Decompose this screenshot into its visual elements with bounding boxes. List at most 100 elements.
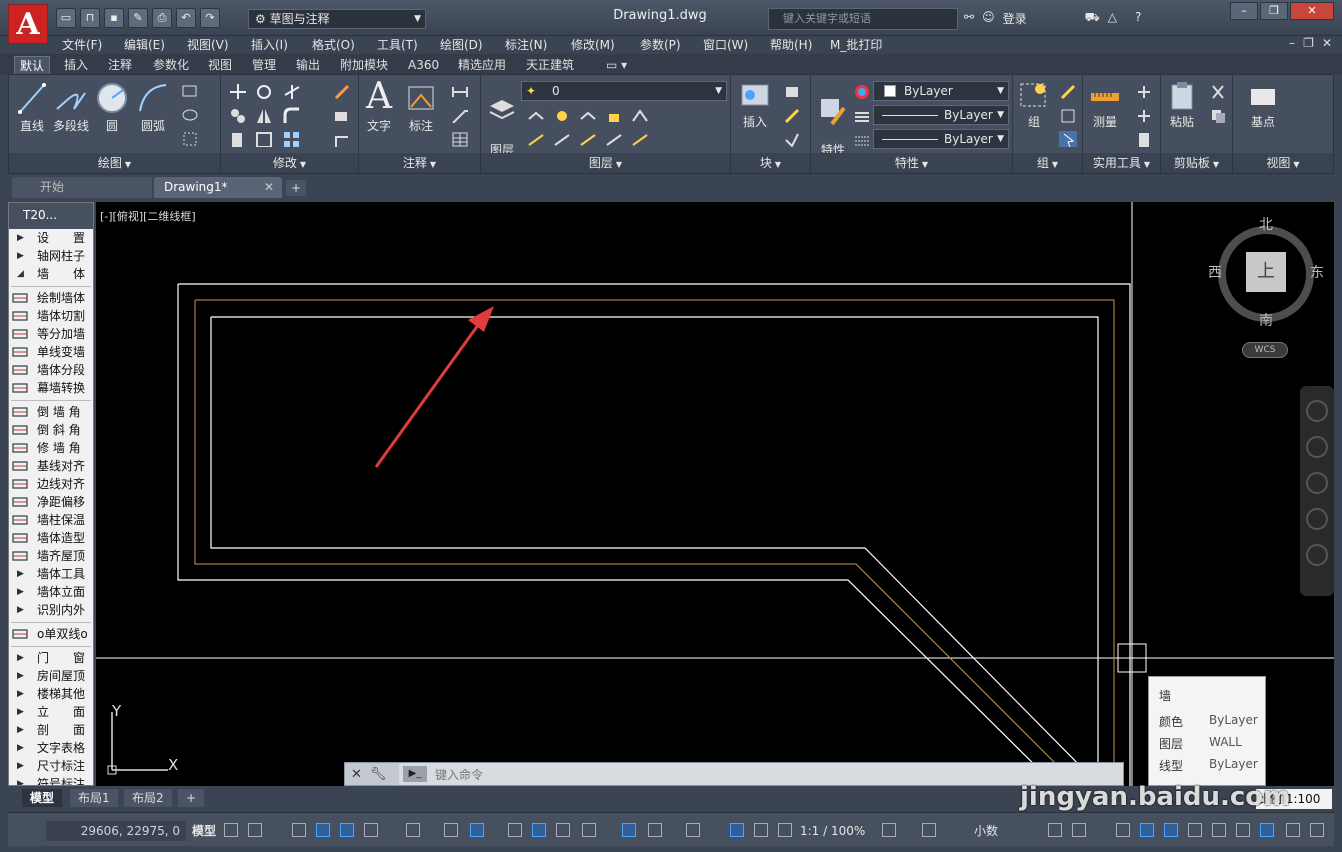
close-icon[interactable]: ✕ [1322,36,1332,50]
3d-osnap-icon[interactable] [582,823,596,837]
palette-item[interactable]: 净距偏移 [9,493,93,511]
wall-center-line[interactable] [194,299,1115,786]
palette-item[interactable]: 墙柱保温 [9,511,93,529]
palette-item[interactable]: ▶ 房间屋顶 [9,667,93,685]
new-file-icon[interactable]: ▭ [56,8,76,28]
wcs-menu[interactable]: WCS [1242,342,1288,358]
quick-properties-icon[interactable] [1048,823,1062,837]
trim-icon[interactable] [283,83,301,99]
text-tool[interactable]: A 文字 [363,79,395,134]
cart-icon[interactable]: ⛟ [1085,10,1100,27]
edit-block-icon[interactable] [783,107,801,123]
close-icon[interactable]: ✕ [1290,2,1334,20]
menu-window[interactable]: 窗口(W) [703,36,748,54]
layer-state-icon[interactable] [527,107,545,123]
command-line[interactable]: ✕ 🔧︎ ▶_ 键入命令 [344,762,1124,786]
navigation-bar[interactable] [1300,386,1334,596]
ungroup-icon[interactable] [1059,83,1077,99]
palette-item[interactable]: ▶ 墙体工具 [9,565,93,583]
linear-dim-icon[interactable] [451,83,469,99]
palette-item[interactable]: 单线变墙 [9,343,93,361]
undo-icon[interactable]: ↶ [176,8,196,28]
group-tool[interactable]: 组 [1017,81,1051,130]
palette-item[interactable]: ▶ 剖 面 [9,721,93,739]
lineweight-dropdown[interactable]: ByLayer ▼ [873,129,1009,149]
palette-item[interactable]: ▶ 轴网柱子 [9,247,93,265]
showmotion-icon[interactable] [1306,544,1328,566]
ribbon-minimize-icon[interactable]: ▭ ▾ [606,56,627,74]
tab-start[interactable]: 开始 [12,177,152,198]
menu-dimension[interactable]: 标注(N) [505,36,547,54]
attribute-icon[interactable] [783,131,801,147]
exchange-icon[interactable]: △ [1108,10,1117,27]
palette-item[interactable]: ▶ 墙体立面 [9,583,93,601]
menu-help[interactable]: 帮助(H) [770,36,812,54]
palette-item[interactable]: ▶ 文字表格 [9,739,93,757]
polar-icon[interactable] [364,823,378,837]
scale-icon[interactable] [255,131,273,147]
palette-item[interactable]: ▶ 尺寸标注 [9,757,93,775]
copy-icon[interactable] [229,107,247,123]
model-space-button[interactable]: 模型 [192,821,216,841]
layer-merge-icon[interactable] [579,131,597,147]
command-input[interactable]: 键入命令 [435,766,483,783]
palette-item[interactable]: ▶ 符号标注 [9,775,93,785]
layer-freeze-icon[interactable] [553,107,571,123]
status-info-icon[interactable] [1260,823,1274,837]
viewcube-west[interactable]: 西 [1208,262,1222,282]
tab-manage[interactable]: 管理 [252,56,276,74]
panel-clipboard-title[interactable]: 剪贴板 ▼ [1161,153,1232,173]
tab-addins[interactable]: 附加模块 [340,56,388,74]
open-folder-icon[interactable]: ⊓ [80,8,100,28]
palette-item[interactable]: ▶ 识别内外 [9,601,93,619]
fullscreen-icon[interactable] [1286,823,1300,837]
palette-item[interactable]: 基线对齐 [9,457,93,475]
minimize-icon[interactable]: – [1230,2,1258,20]
viewcube-south[interactable]: 南 [1259,310,1273,330]
panel-draw-title[interactable]: 绘图 ▼ [9,153,220,173]
stretch-icon[interactable] [229,131,247,147]
wrench-icon[interactable]: 🔧︎ [370,767,387,782]
dimension-tool[interactable]: 标注 [403,81,439,134]
tab-layout2[interactable]: 布局2 [124,789,172,807]
tab-parametric[interactable]: 参数化 [153,56,189,74]
selection-filter-icon[interactable] [648,823,662,837]
tab-a360[interactable]: A360 [408,56,439,74]
palette-item[interactable]: 倒 墙 角 [9,403,93,421]
ucs-icon[interactable]: Y X [106,702,186,782]
lineweight-icon[interactable] [853,131,871,147]
menu-format[interactable]: 格式(O) [312,36,355,54]
annotation-visibility-icon[interactable] [730,823,744,837]
wall-outer-line[interactable] [177,283,1131,786]
viewcube-top-face[interactable]: 上 [1246,252,1286,292]
new-layout-button[interactable]: + [178,789,205,807]
panel-block-title[interactable]: 块 ▼ [731,153,810,173]
group-select-icon[interactable] [1059,131,1077,147]
hatch-icon[interactable] [181,107,199,123]
command-prompt-icon[interactable]: ▶_ [403,766,427,782]
pan-icon[interactable] [1306,436,1328,458]
menu-batch-print[interactable]: M_批打印 [830,36,882,54]
transparency-icon[interactable] [532,823,546,837]
customize-icon[interactable] [1212,823,1226,837]
steering-wheel-icon[interactable] [1306,400,1328,422]
wall-inner-line[interactable] [210,316,1101,786]
dynamic-ucs-icon[interactable] [622,823,636,837]
new-tab-button[interactable]: + [286,180,306,196]
panel-utilities-title[interactable]: 实用工具 ▼ [1083,153,1160,173]
menu-parametric[interactable]: 参数(P) [640,36,681,54]
linetype-dropdown[interactable]: ByLayer ▼ [873,105,1009,125]
units-dropdown[interactable]: 小数 [974,821,998,841]
move-icon[interactable] [229,83,247,99]
save-icon[interactable]: ▪ [104,8,124,28]
leader-icon[interactable] [451,107,469,123]
tab-insert[interactable]: 插入 [64,56,88,74]
arc-tool[interactable]: 圆弧 [135,81,171,134]
restore-icon[interactable]: ❐ [1303,36,1314,50]
mirror-icon[interactable] [255,107,273,123]
menu-draw[interactable]: 绘图(D) [440,36,483,54]
color-wheel-icon[interactable] [853,83,871,99]
panel-annotation-title[interactable]: 注释 ▼ [359,153,480,173]
workspace-selector[interactable]: ⚙ 草图与注释 ▼ [248,9,426,29]
palette-item[interactable]: 修 墙 角 [9,439,93,457]
